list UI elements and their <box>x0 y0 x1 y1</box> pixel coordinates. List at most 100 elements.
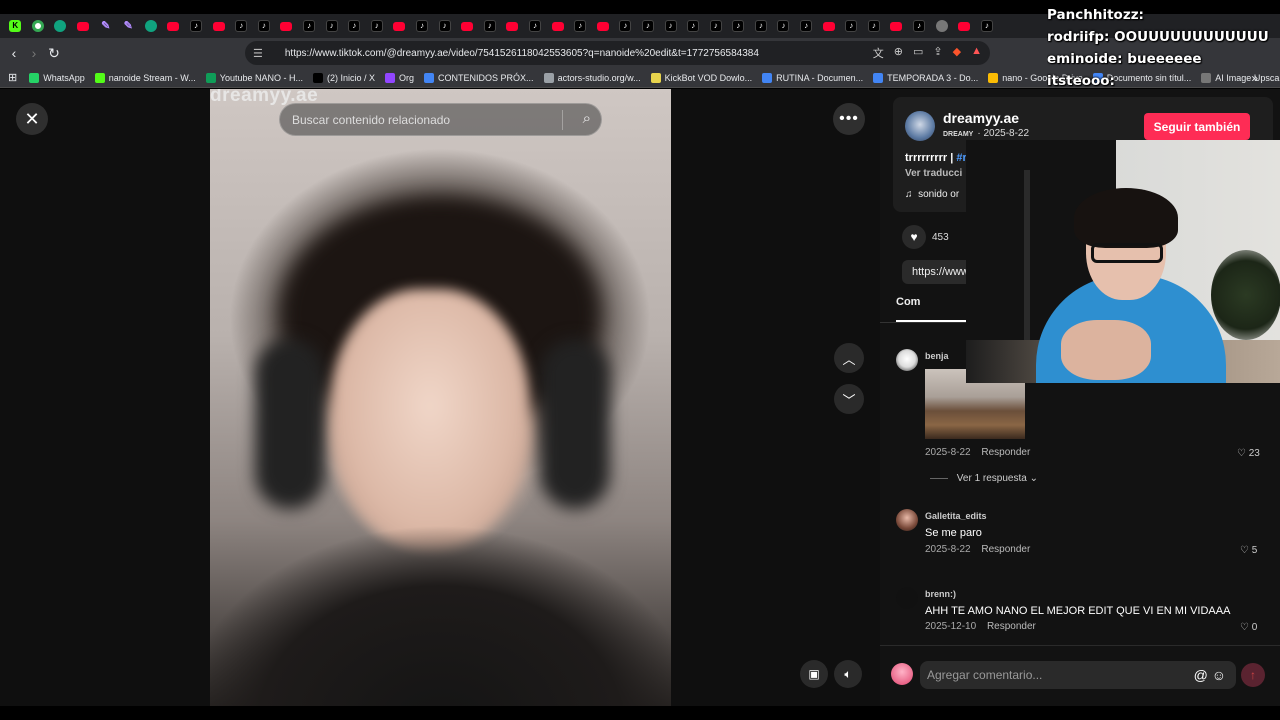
related-search-input[interactable]: Buscar contenido relacionado ⌕ <box>279 103 602 136</box>
browser-tab[interactable]: ♪ <box>682 14 705 38</box>
bookmark-item[interactable]: Org <box>385 72 414 83</box>
browser-tab[interactable]: ♪ <box>569 14 592 38</box>
bookmark-item[interactable]: Youtube NANO - H... <box>205 72 303 83</box>
browser-tab[interactable]: ♪ <box>704 14 727 38</box>
browser-tab[interactable]: ♪ <box>795 14 818 38</box>
bookmark-item[interactable]: WhatsApp <box>29 72 85 83</box>
browser-tab[interactable] <box>49 14 72 38</box>
bookmark-item[interactable]: KickBot VOD Dowlo... <box>650 72 752 83</box>
search-icon[interactable]: ⌕ <box>583 110 591 127</box>
reply-button[interactable]: Responder <box>987 621 1036 632</box>
author-username[interactable]: dreamyy.ae <box>943 110 1019 126</box>
forward-icon[interactable]: › <box>24 43 44 63</box>
floating-player-button[interactable]: ▣ <box>800 660 828 688</box>
browser-tab[interactable]: ♪ <box>614 14 637 38</box>
commenter-name[interactable]: brenn:) <box>925 589 956 599</box>
comment-like[interactable]: ♡ 0 <box>1240 622 1257 633</box>
browser-tab[interactable] <box>456 14 479 38</box>
commenter-avatar[interactable] <box>896 509 918 531</box>
bookmark-item[interactable]: (2) Inicio / X <box>313 72 375 83</box>
apps-icon[interactable]: ⊞ <box>8 71 17 84</box>
browser-tab[interactable]: ♪ <box>320 14 343 38</box>
bookmark-item[interactable]: RUTINA - Documen... <box>762 72 863 83</box>
browser-tab[interactable]: K <box>4 14 27 38</box>
volume-button[interactable]: 🔈︎ <box>834 660 862 688</box>
sound-link[interactable]: ♫ sonido or <box>905 189 959 200</box>
browser-tab[interactable]: ♪ <box>863 14 886 38</box>
tab-comments[interactable]: Com <box>896 296 920 308</box>
browser-tab[interactable] <box>546 14 569 38</box>
like-control[interactable]: ♥ 453 <box>902 225 949 249</box>
author-avatar[interactable] <box>905 111 935 141</box>
comment-like[interactable]: ♡ 23 <box>1237 448 1260 459</box>
brave-shield-icon[interactable]: ◆ <box>953 45 961 61</box>
next-video-button[interactable]: ﹀ <box>834 384 864 414</box>
heart-outline-icon[interactable]: ♡ <box>1240 622 1249 633</box>
browser-tab[interactable] <box>591 14 614 38</box>
browser-tab[interactable]: ♪ <box>908 14 931 38</box>
browser-tab[interactable]: ✎ <box>117 14 140 38</box>
commenter-avatar[interactable] <box>896 349 918 371</box>
cast-icon[interactable]: ▭ <box>913 45 923 61</box>
comment-like[interactable]: ♡ 5 <box>1240 545 1257 556</box>
browser-tab[interactable]: ♪ <box>976 14 999 38</box>
user-avatar[interactable] <box>891 663 913 685</box>
close-button[interactable]: ✕ <box>16 103 48 135</box>
browser-tab[interactable] <box>207 14 230 38</box>
browser-tab[interactable]: ♪ <box>366 14 389 38</box>
browser-tab[interactable] <box>27 14 50 38</box>
browser-tab[interactable] <box>817 14 840 38</box>
browser-tab[interactable] <box>162 14 185 38</box>
more-options-button[interactable]: ••• <box>833 103 865 135</box>
view-replies-button[interactable]: Ver 1 respuesta ⌄ <box>930 473 1038 484</box>
commenter-name[interactable]: Galletita_edits <box>925 511 987 521</box>
heart-outline-icon[interactable]: ♡ <box>1237 448 1246 459</box>
browser-tab[interactable]: ♪ <box>253 14 276 38</box>
browser-tab[interactable] <box>72 14 95 38</box>
browser-tab[interactable]: ♪ <box>185 14 208 38</box>
previous-video-button[interactable]: ︿ <box>834 343 864 373</box>
browser-tab[interactable] <box>930 14 953 38</box>
browser-tab[interactable] <box>885 14 908 38</box>
video-player[interactable]: dreamyy.ae <box>210 89 671 706</box>
commenter-avatar[interactable] <box>896 587 918 609</box>
commenter-name[interactable]: benja <box>925 351 949 361</box>
post-arrow-icon[interactable]: ↑ <box>1241 663 1265 687</box>
emoji-icon[interactable]: ☺ <box>1212 667 1226 683</box>
browser-tab[interactable]: ♪ <box>727 14 750 38</box>
heart-outline-icon[interactable]: ♡ <box>1240 545 1249 556</box>
browser-tab[interactable]: ♪ <box>659 14 682 38</box>
heart-icon[interactable]: ♥ <box>902 225 926 249</box>
address-bar[interactable]: ☰ https://www.tiktok.com/@dreamyy.ae/vid… <box>245 41 990 65</box>
browser-tab[interactable] <box>275 14 298 38</box>
browser-tab[interactable]: ♪ <box>478 14 501 38</box>
translate-icon[interactable]: 文 <box>873 45 884 61</box>
browser-tab[interactable]: ♪ <box>343 14 366 38</box>
bookmark-item[interactable]: nanoide Stream - W... <box>94 72 196 83</box>
mention-icon[interactable]: @ <box>1194 667 1208 683</box>
browser-tab[interactable]: ♪ <box>230 14 253 38</box>
browser-tab[interactable]: ♪ <box>524 14 547 38</box>
reply-button[interactable]: Responder <box>981 544 1030 555</box>
browser-tab[interactable] <box>140 14 163 38</box>
reload-icon[interactable]: ↻ <box>44 43 64 63</box>
rewards-icon[interactable]: ▲ <box>971 45 982 61</box>
bookmark-item[interactable]: CONTENIDOS PRÓX... <box>424 72 534 83</box>
comment-input[interactable]: Agregar comentario... @ ☺ <box>920 661 1236 689</box>
zoom-icon[interactable]: ⊕ <box>894 45 903 61</box>
share-icon[interactable]: ⇪ <box>933 45 942 61</box>
browser-tab[interactable]: ♪ <box>298 14 321 38</box>
browser-tab[interactable] <box>388 14 411 38</box>
browser-tab[interactable] <box>953 14 976 38</box>
browser-tab[interactable] <box>501 14 524 38</box>
browser-tab[interactable]: ♪ <box>433 14 456 38</box>
browser-tab[interactable]: ♪ <box>840 14 863 38</box>
see-translation-link[interactable]: Ver traducci <box>905 168 962 179</box>
browser-tab[interactable]: ♪ <box>637 14 660 38</box>
browser-tab[interactable]: ♪ <box>772 14 795 38</box>
bookmark-item[interactable]: actors-studio.org/w... <box>543 72 641 83</box>
site-info-icon[interactable]: ☰ <box>253 47 263 60</box>
reply-button[interactable]: Responder <box>981 447 1030 458</box>
bookmark-item[interactable]: TEMPORADA 3 - Do... <box>873 72 978 83</box>
back-icon[interactable]: ‹ <box>4 43 24 63</box>
